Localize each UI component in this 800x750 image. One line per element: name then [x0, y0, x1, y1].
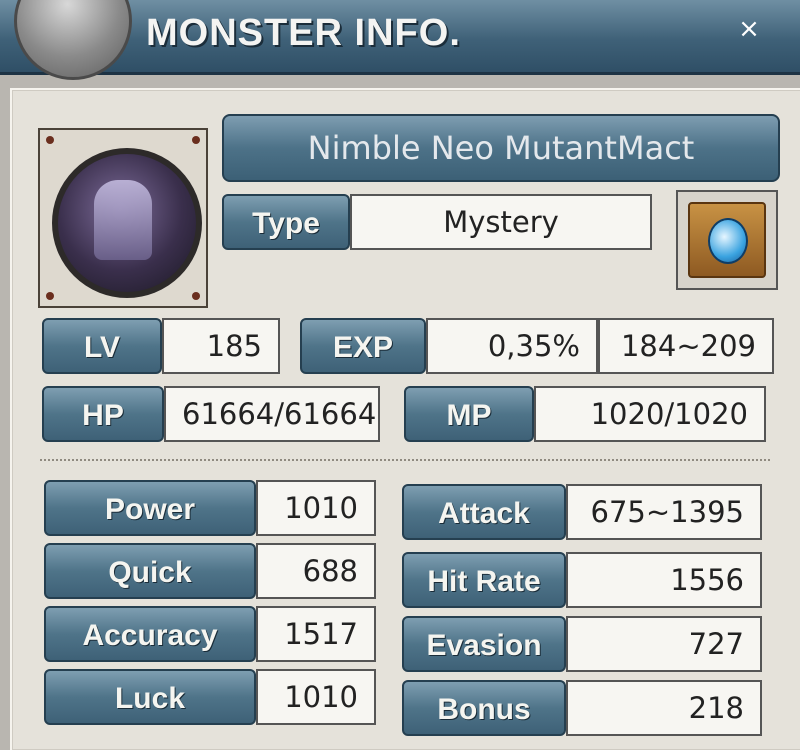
portrait-frame: [38, 128, 208, 308]
accuracy-value: 1517: [256, 606, 376, 662]
hit-rate-label: Hit Rate: [402, 552, 566, 608]
exp-value: 0,35%: [426, 318, 598, 374]
evasion-value: 727: [566, 616, 762, 672]
monster-portrait: [52, 148, 202, 298]
window-title: MONSTER INFO.: [146, 12, 461, 54]
attack-label: Attack: [402, 484, 566, 540]
close-icon[interactable]: ×: [734, 14, 764, 44]
monster-silhouette: [94, 180, 152, 260]
bonus-value: 218: [566, 680, 762, 736]
type-icon-box: [688, 202, 766, 278]
accuracy-label: Accuracy: [44, 606, 256, 662]
screw-icon: [192, 292, 200, 300]
quick-label: Quick: [44, 543, 256, 599]
monster-name: Nimble Neo MutantMact: [222, 114, 780, 182]
type-value: Mystery: [350, 194, 652, 250]
mp-value: 1020/1020: [534, 386, 766, 442]
screw-icon: [46, 136, 54, 144]
type-label: Type: [222, 194, 350, 250]
window-titlebar: MONSTER INFO. ×: [0, 0, 800, 80]
quick-value: 688: [256, 543, 376, 599]
hp-value: 61664/61664: [164, 386, 380, 442]
luck-value: 1010: [256, 669, 376, 725]
luck-label: Luck: [44, 669, 256, 725]
droplet-icon: [708, 218, 748, 264]
section-divider: [40, 459, 770, 461]
mp-label: MP: [404, 386, 534, 442]
power-label: Power: [44, 480, 256, 536]
exp-range: 184~209: [598, 318, 774, 374]
lv-label: LV: [42, 318, 162, 374]
mystery-type-icon: [676, 190, 778, 290]
attack-value: 675~1395: [566, 484, 762, 540]
hit-rate-value: 1556: [566, 552, 762, 608]
hp-label: HP: [42, 386, 164, 442]
bonus-label: Bonus: [402, 680, 566, 736]
screw-icon: [192, 136, 200, 144]
power-value: 1010: [256, 480, 376, 536]
screw-icon: [46, 292, 54, 300]
exp-label: EXP: [300, 318, 426, 374]
title-orb-icon: [14, 0, 132, 80]
evasion-label: Evasion: [402, 616, 566, 672]
lv-value: 185: [162, 318, 280, 374]
